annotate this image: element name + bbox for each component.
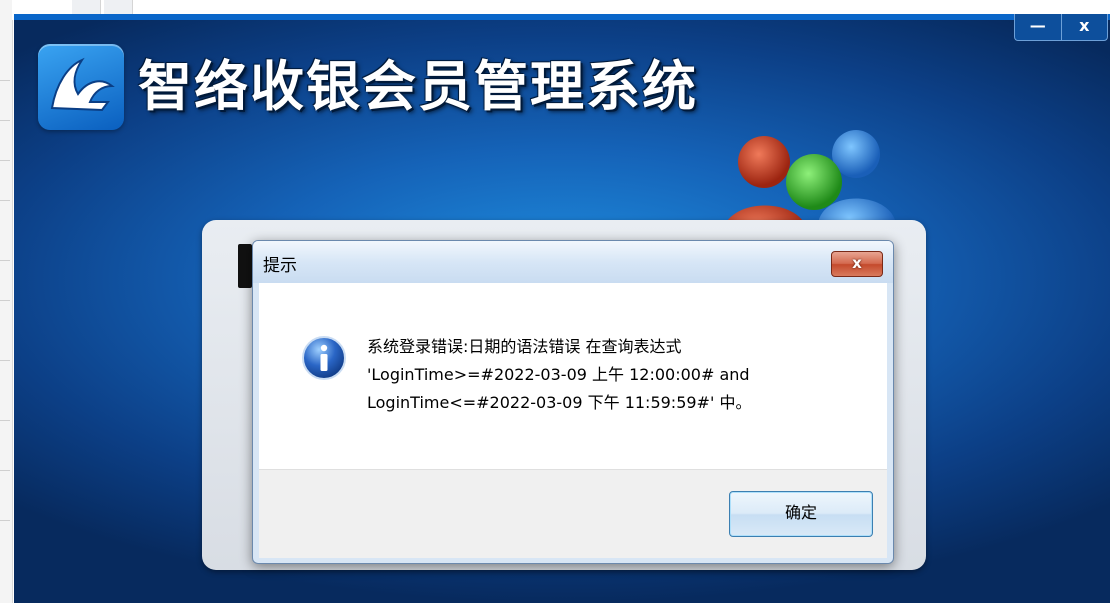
message-line: 系统登录错误:日期的语法错误 在查询表达式: [367, 337, 682, 356]
dialog-footer: 确定: [259, 469, 887, 558]
dialog-message: 系统登录错误:日期的语法错误 在查询表达式 'LoginTime>=#2022-…: [367, 333, 877, 417]
message-dialog: 提示 x 系统登录错误:日期的语法错误 在查询表达式 'LoginTime>=#…: [252, 240, 894, 564]
window-controls: — x: [1014, 14, 1108, 41]
app-logo: [38, 44, 124, 130]
close-button[interactable]: x: [1060, 14, 1108, 40]
dialog-close-button[interactable]: x: [831, 251, 883, 277]
dialog-body: 系统登录错误:日期的语法错误 在查询表达式 'LoginTime>=#2022-…: [259, 283, 887, 469]
logo-bird-icon: [50, 57, 115, 112]
minimize-button[interactable]: —: [1015, 14, 1061, 40]
ok-button[interactable]: 确定: [729, 491, 873, 537]
message-line: 'LoginTime>=#2022-03-09 上午 12:00:00# and: [367, 365, 750, 384]
app-title: 智络收银会员管理系统: [138, 55, 698, 118]
information-icon: [302, 336, 346, 380]
dialog-titlebar: 提示 x: [253, 241, 893, 283]
message-line: LoginTime<=#2022-03-09 下午 11:59:59#' 中。: [367, 393, 752, 412]
obscured-panel-glyph: [238, 244, 252, 288]
dialog-title: 提示: [263, 256, 297, 276]
background-window-edge: [0, 0, 13, 603]
